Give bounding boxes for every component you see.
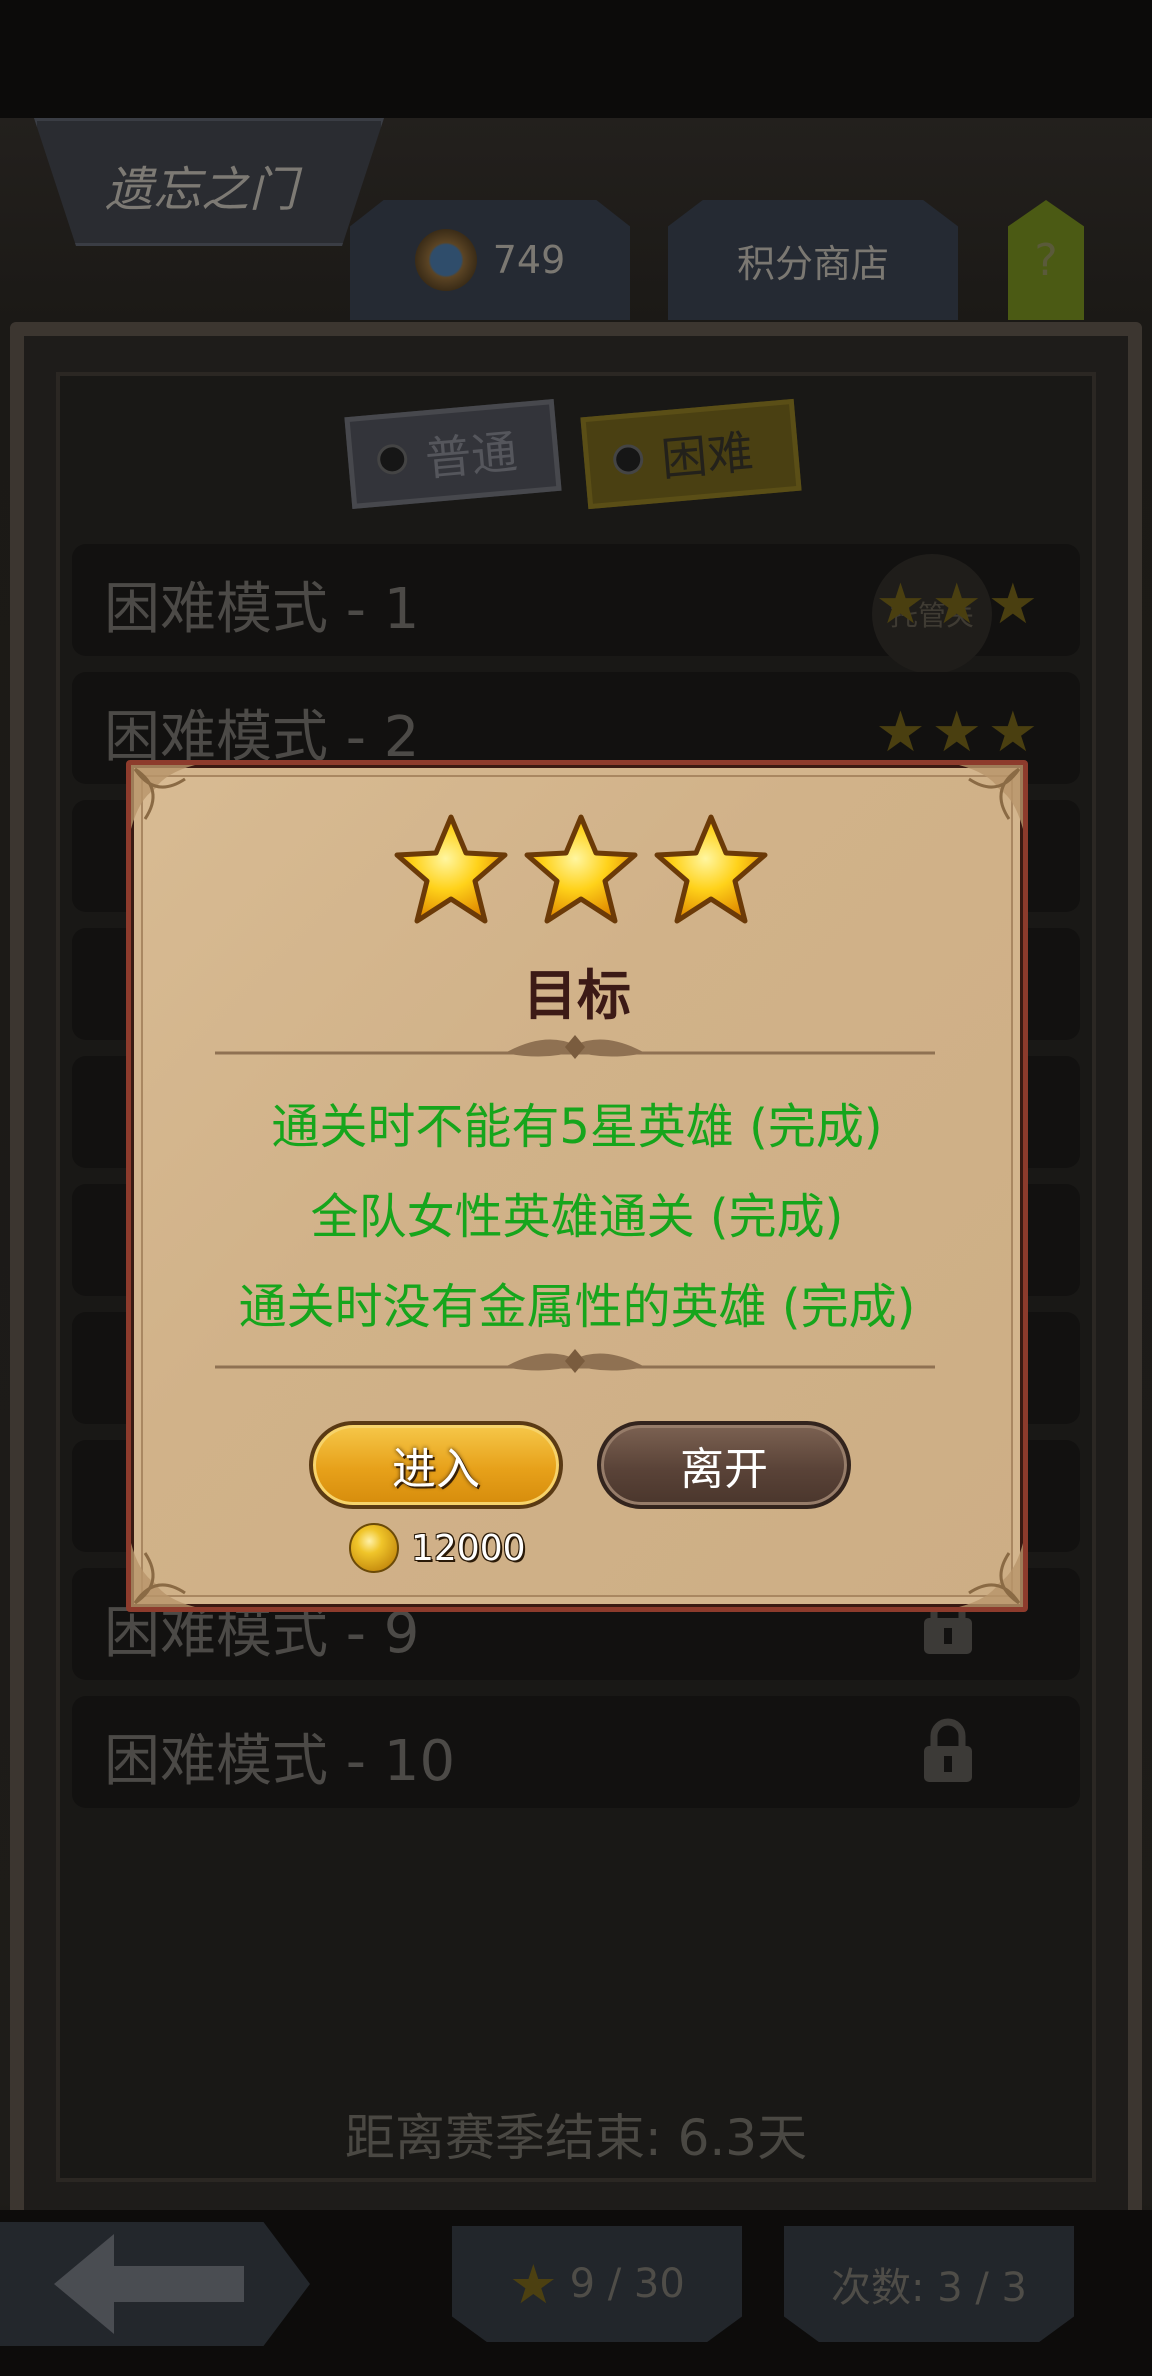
- tab-hard[interactable]: 困难: [580, 398, 802, 510]
- corner-ornament: [131, 1543, 195, 1607]
- tab-normal[interactable]: 普通: [344, 399, 562, 509]
- level-label: 困难模式 - 10: [104, 1729, 456, 1794]
- star-icon: ★: [509, 2252, 558, 2316]
- coin-icon: [349, 1523, 399, 1573]
- ornament-divider: [215, 1035, 935, 1059]
- season-countdown: 距离赛季结束: 6.3天: [344, 2109, 808, 2167]
- points-value: 749: [492, 238, 566, 282]
- tab-hard-label: 困难: [659, 424, 756, 487]
- objectives-dialog: 目标 通关时不能有5星英雄 (完成) 全队女性英雄通关 (完成) 通关时没有金属…: [126, 760, 1028, 1612]
- back-arrow-icon: [54, 2234, 244, 2334]
- level-stars: ★★★: [875, 572, 1044, 637]
- lock-icon: [924, 1718, 972, 1782]
- level-label: 困难模式 - 1: [104, 577, 420, 642]
- star-icon: [394, 814, 508, 924]
- enter-button[interactable]: 进入: [309, 1421, 563, 1509]
- corner-ornament: [959, 1543, 1023, 1607]
- attempts-display: 次数: 3 / 3: [784, 2226, 1074, 2342]
- earned-stars: [391, 813, 771, 933]
- level-row-1[interactable]: 困难模式 - 1 托管关 ★★★: [72, 544, 1080, 674]
- help-icon: ?: [1034, 234, 1058, 286]
- radio-dot-icon: [375, 443, 409, 476]
- attempts-value: 次数: 3 / 3: [831, 2265, 1027, 2311]
- points-shop-label: 积分商店: [736, 241, 889, 286]
- goal-2: 全队女性英雄通关 (完成): [310, 1189, 844, 1245]
- leave-button[interactable]: 离开: [597, 1421, 851, 1509]
- corner-ornament: [959, 765, 1023, 829]
- ornament-divider: [215, 1349, 935, 1373]
- goal-3: 通关时没有金属性的英雄 (完成): [238, 1279, 916, 1335]
- total-stars-display: ★ 9 / 30: [452, 2226, 742, 2342]
- level-row-10[interactable]: 困难模式 - 10: [72, 1696, 1080, 1808]
- cost-value: 12000: [411, 1527, 526, 1569]
- dialog-title: 目标: [523, 964, 631, 1027]
- page-title: 遗忘之门: [105, 162, 298, 218]
- radio-dot-icon: [611, 443, 645, 476]
- star-icon: [524, 814, 638, 924]
- star-icon: [654, 814, 768, 924]
- medal-icon: [414, 229, 477, 291]
- points-shop-button[interactable]: 积分商店: [668, 200, 958, 320]
- goal-1: 通关时不能有5星英雄 (完成): [271, 1099, 883, 1155]
- entry-cost: 12000: [349, 1521, 526, 1575]
- level-stars: ★★★: [875, 700, 1044, 765]
- points-display[interactable]: 749: [350, 200, 630, 320]
- corner-ornament: [131, 765, 195, 829]
- total-stars-value: 9 / 30: [569, 2261, 685, 2307]
- tab-normal-label: 普通: [423, 424, 520, 487]
